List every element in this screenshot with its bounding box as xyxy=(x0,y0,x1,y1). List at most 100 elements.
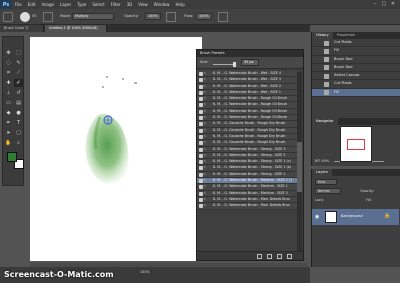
visibility-eye-icon[interactable]: ◉ xyxy=(315,214,319,220)
brush-preset-size: 5 xyxy=(204,141,206,145)
gradient-tool-icon[interactable]: ▤ xyxy=(14,99,23,107)
brush-tool-icon[interactable]: ✐ xyxy=(14,79,23,87)
move-tool-icon[interactable]: ✥ xyxy=(4,49,13,57)
crop-tool-icon[interactable]: ⌗ xyxy=(4,69,13,77)
brush-panel-toggle-icon[interactable] xyxy=(43,12,53,22)
healing-brush-icon[interactable]: ✚ xyxy=(4,79,13,87)
menu-window[interactable]: Window xyxy=(151,2,173,7)
document-tab-1[interactable]: Brush Costs © xyxy=(0,25,44,32)
maximize-icon[interactable]: □ xyxy=(381,1,387,7)
brush-list-scroll-thumb[interactable] xyxy=(297,142,302,192)
brush-preset-label: K. M. - G. Watercolor Brush - Medium - S… xyxy=(213,178,293,183)
brush-tip-icon xyxy=(199,78,203,83)
path-select-icon[interactable]: ➤ xyxy=(4,129,13,137)
lasso-tool-icon[interactable]: ◌ xyxy=(4,59,13,67)
opacity-input[interactable]: 100% xyxy=(145,13,161,20)
delete-brush-icon[interactable] xyxy=(287,254,292,259)
brush-preset-item[interactable]: 5 K. M. - G. Watercolor Brush - Med. Deta… xyxy=(197,203,297,210)
brush-preset-size: 5 xyxy=(204,97,206,101)
blur-tool-icon[interactable]: ◆ xyxy=(4,109,13,117)
brush-tip-icon xyxy=(199,122,203,127)
close-icon[interactable]: ✕ xyxy=(390,1,396,7)
eyedropper-icon[interactable]: ⟋ xyxy=(14,69,23,77)
eraser-tool-icon[interactable]: ▭ xyxy=(4,99,13,107)
type-tool-icon[interactable]: T xyxy=(14,119,23,127)
document-canvas[interactable] xyxy=(30,37,202,261)
tab-properties[interactable]: Properties xyxy=(333,32,359,39)
brush-size-input[interactable]: 35 px xyxy=(241,59,259,66)
minimize-icon[interactable]: – xyxy=(372,1,378,7)
layer-blend-mode[interactable]: Normal xyxy=(315,188,341,194)
brush-presets-footer xyxy=(197,251,303,260)
menu-edit[interactable]: Edit xyxy=(25,2,39,7)
history-item[interactable]: Brush Tool xyxy=(312,56,400,64)
brush-preset-label: K. M. - G. Watercolor Brush - Strong - S… xyxy=(213,146,286,151)
mode-select[interactable]: Multiply xyxy=(72,13,114,20)
brush-size-slider-handle[interactable] xyxy=(233,62,236,67)
clone-stamp-icon[interactable]: ⊥ xyxy=(4,89,13,97)
airbrush-icon[interactable] xyxy=(218,12,228,22)
brush-tip-icon xyxy=(199,134,203,139)
zoom-tool-icon[interactable]: ⌕ xyxy=(14,139,23,147)
tab-history[interactable]: History xyxy=(312,32,333,39)
navigator-thumbnail[interactable] xyxy=(340,126,372,162)
brush-grid-icon[interactable] xyxy=(267,254,272,259)
dodge-tool-icon[interactable]: ● xyxy=(14,109,23,117)
shape-tool-icon[interactable]: ▢ xyxy=(14,129,23,137)
layer-row-background[interactable]: ◉ Background 🔒 xyxy=(312,209,399,225)
brush-tip-icon xyxy=(199,191,203,196)
pen-tool-icon[interactable]: ✒ xyxy=(4,119,13,127)
brush-size-row: Size: 35 px xyxy=(197,57,303,69)
new-brush-icon[interactable] xyxy=(277,254,282,259)
history-item[interactable]: Cut Pixels xyxy=(312,39,400,48)
tab-layers[interactable]: Layers xyxy=(312,169,332,176)
hand-tool-icon[interactable]: ✋ xyxy=(4,139,13,147)
brush-tip-icon xyxy=(199,97,203,102)
document-tab-2[interactable]: Untitled-1 @ 100% (RGB/16) xyxy=(45,25,107,32)
menu-3d[interactable]: 3D xyxy=(124,2,136,7)
menu-select[interactable]: Select xyxy=(89,2,107,7)
history-item[interactable]: Fill xyxy=(312,47,400,56)
brush-preset-size: 5 xyxy=(204,84,206,88)
history-panel: History Properties Cut Pixels Fill Brush T… xyxy=(311,32,400,120)
brush-preset-label: K. M. - G. Watercolor Brush - Strong - S… xyxy=(213,159,291,164)
brush-preset-label: K. M. - G. Watercolor Brush - Rough Oil … xyxy=(213,115,288,120)
marquee-tool-icon[interactable]: ⬚ xyxy=(14,49,23,57)
brush-preset-label: K. M. - G. Watercolor Brush - Medium - S… xyxy=(213,184,288,189)
options-bar: 55 Mode: Multiply Opacity: 100% Flow: 10… xyxy=(0,9,400,25)
brush-preset-label: K. M. - G. Watercolor Brush - Wet - SIZE… xyxy=(213,71,281,75)
history-step-icon xyxy=(324,57,329,63)
layer-filter-kind[interactable]: Kind xyxy=(315,179,337,185)
tab-navigator[interactable]: Navigator xyxy=(312,118,338,125)
brush-preset-label: K. M. - G. Watercolor Brush - Wet - SIZE… xyxy=(213,83,281,88)
history-item[interactable]: Fill xyxy=(312,88,400,98)
history-item[interactable]: Brush Tool xyxy=(312,64,400,73)
pressure-opacity-icon[interactable] xyxy=(166,12,176,22)
navigator-view-box[interactable] xyxy=(347,139,365,150)
brush-preset-size: 5 xyxy=(204,191,206,195)
flow-input[interactable]: 100% xyxy=(196,13,212,20)
toggle-brush-panel-icon[interactable] xyxy=(257,254,262,259)
history-brush-icon[interactable]: ↺ xyxy=(14,89,23,97)
brush-preset-label: K. M. - G. Watercolor Brush - Rough Oil … xyxy=(213,108,288,113)
menu-filter[interactable]: Filter xyxy=(108,2,124,7)
brush-preset-size: 5 xyxy=(204,122,206,126)
menu-layer[interactable]: Layer xyxy=(57,2,74,7)
foreground-color-swatch[interactable] xyxy=(7,152,17,162)
menu-help[interactable]: Help xyxy=(172,2,187,7)
menu-file[interactable]: File xyxy=(12,2,25,7)
history-item[interactable]: Select Canvas xyxy=(312,72,400,81)
history-item-label: Cut Pixels xyxy=(334,40,352,44)
brush-tip-icon[interactable] xyxy=(20,12,30,22)
brush-tool-preset-icon[interactable] xyxy=(3,12,13,22)
brush-preset-size: 5 xyxy=(204,116,206,120)
brush-tip-icon xyxy=(199,172,203,177)
menu-type[interactable]: Type xyxy=(74,2,89,7)
history-item[interactable]: Cut Pixels xyxy=(312,80,400,89)
quick-select-icon[interactable]: ✎ xyxy=(14,59,23,67)
menu-image[interactable]: Image xyxy=(38,2,57,7)
brush-size-slider[interactable] xyxy=(213,64,235,65)
brush-list-scrollbar[interactable] xyxy=(297,72,302,254)
menu-view[interactable]: View xyxy=(135,2,151,7)
history-list: Cut Pixels Fill Brush Tool Brush Tool Select… xyxy=(312,39,400,98)
